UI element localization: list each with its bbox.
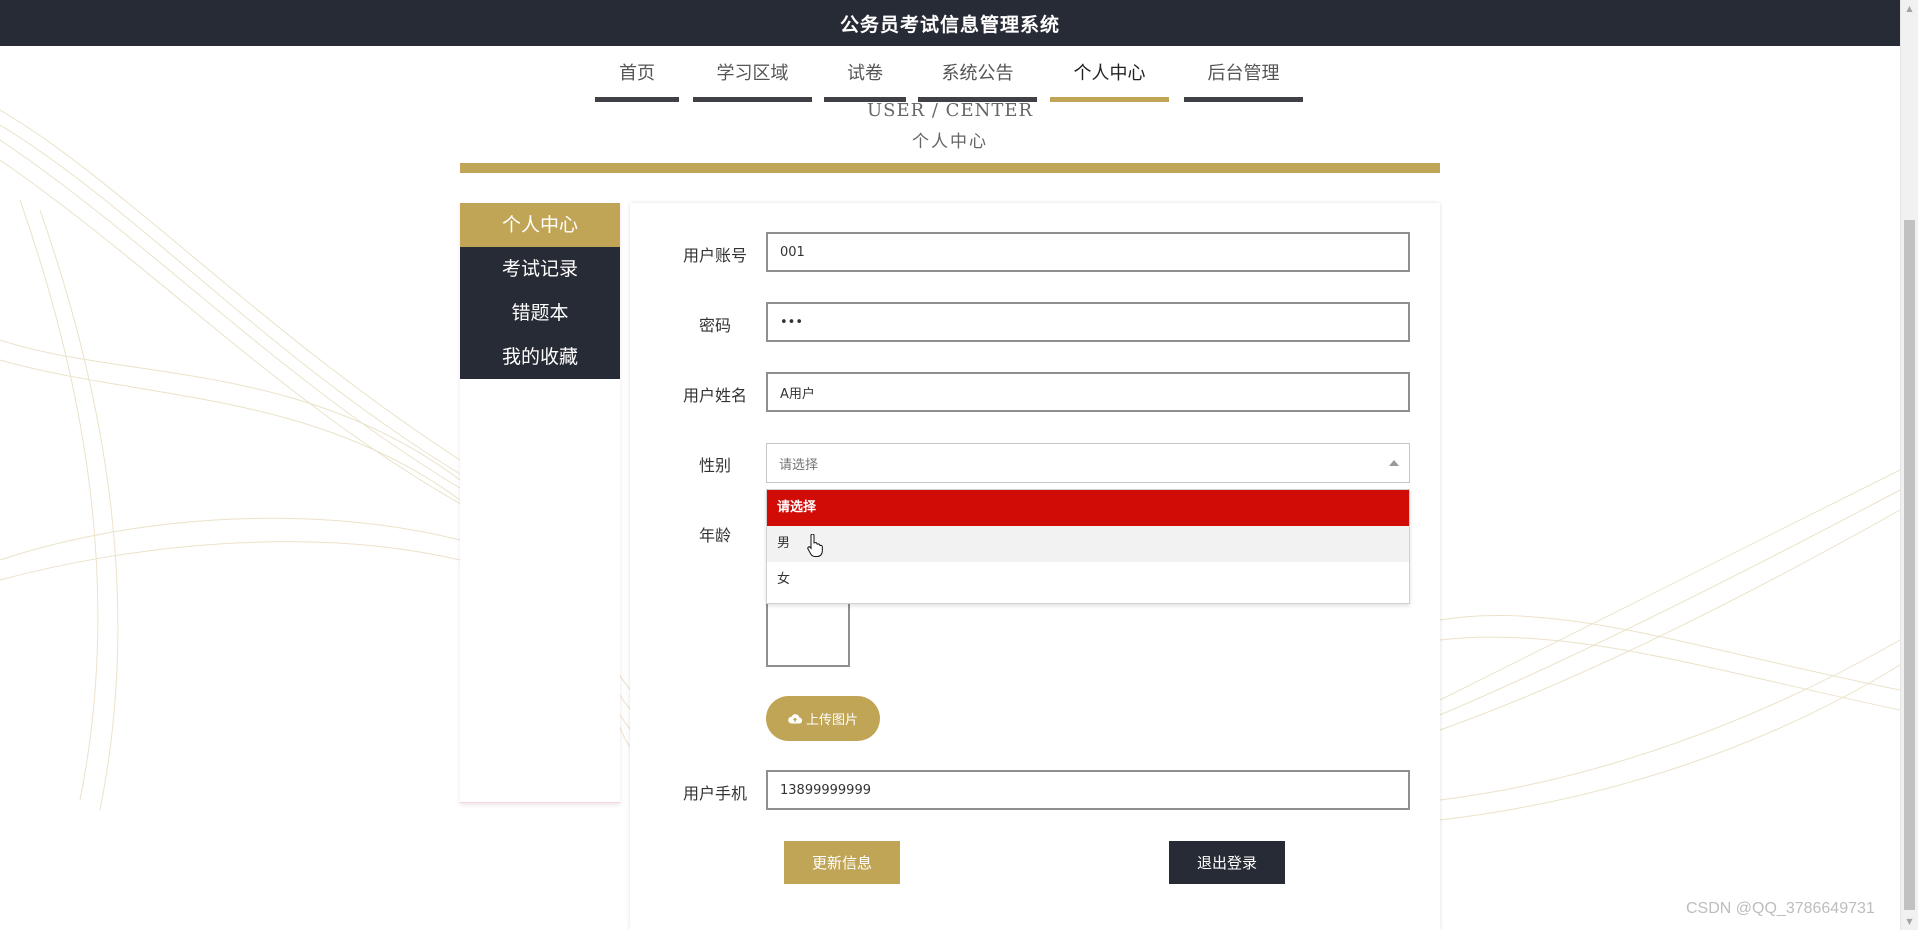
- sidebar-item-wrong-questions[interactable]: 错题本: [460, 291, 620, 335]
- scroll-up-icon[interactable]: ▲: [1901, 0, 1918, 17]
- gender-option-female[interactable]: 女: [767, 562, 1409, 598]
- username-value: 001: [780, 244, 805, 260]
- sidebar: 个人中心 考试记录 错题本 我的收藏: [460, 203, 620, 803]
- section-title-cn: 个人中心: [912, 132, 988, 152]
- password-label: 密码: [698, 316, 731, 335]
- avatar-preview: [766, 595, 850, 667]
- gender-select-value: 请选择: [779, 457, 819, 473]
- app-header: 公务员考试信息管理系统: [0, 0, 1900, 46]
- section-divider: [460, 163, 1440, 173]
- gender-dropdown: 请选择 男 女: [766, 489, 1410, 604]
- cloud-upload-icon: [788, 713, 802, 724]
- vertical-scrollbar[interactable]: ▲ ▼: [1900, 0, 1918, 930]
- gender-label: 性别: [698, 456, 731, 475]
- gender-option-male[interactable]: 男: [767, 526, 1409, 562]
- nav-study-area[interactable]: 学习区域: [693, 56, 812, 102]
- nav-papers[interactable]: 试卷: [824, 56, 906, 102]
- logout-button[interactable]: 退出登录: [1169, 841, 1285, 884]
- name-value: A用户: [780, 386, 815, 402]
- section-title-en: USER / CENTER: [866, 100, 1034, 121]
- password-input[interactable]: •••: [766, 302, 1410, 342]
- sidebar-item-exam-records[interactable]: 考试记录: [460, 247, 620, 291]
- nav-announcements[interactable]: 系统公告: [918, 56, 1037, 102]
- name-label: 用户姓名: [682, 386, 747, 405]
- hand-cursor-icon: [807, 534, 823, 557]
- nav-admin[interactable]: 后台管理: [1184, 56, 1303, 102]
- watermark: CSDN @QQ_3786649731: [1686, 900, 1875, 917]
- username-input[interactable]: 001: [766, 232, 1410, 272]
- gender-select[interactable]: 请选择: [766, 443, 1410, 483]
- password-value: •••: [780, 314, 804, 330]
- gender-option-placeholder[interactable]: 请选择: [767, 490, 1409, 526]
- phone-input[interactable]: 13899999999: [766, 770, 1410, 810]
- sidebar-item-favorites[interactable]: 我的收藏: [460, 335, 620, 379]
- upload-image-button[interactable]: 上传图片: [766, 696, 880, 741]
- sidebar-item-user-center[interactable]: 个人中心: [460, 203, 620, 247]
- nav-user-center[interactable]: 个人中心: [1050, 56, 1169, 102]
- upload-image-label: 上传图片: [805, 713, 858, 728]
- name-input[interactable]: A用户: [766, 372, 1410, 412]
- username-label: 用户账号: [682, 246, 747, 265]
- scroll-down-icon[interactable]: ▼: [1901, 913, 1918, 930]
- nav-home[interactable]: 首页: [595, 56, 679, 102]
- app-title: 公务员考试信息管理系统: [839, 13, 1060, 36]
- caret-up-icon: [1389, 460, 1399, 466]
- main-nav: 首页 学习区域 试卷 系统公告 个人中心 后台管理: [0, 56, 1900, 102]
- scrollbar-thumb[interactable]: [1904, 220, 1915, 910]
- age-label: 年龄: [698, 526, 731, 545]
- update-info-button[interactable]: 更新信息: [784, 841, 900, 884]
- phone-value: 13899999999: [780, 782, 871, 798]
- phone-label: 用户手机: [682, 784, 747, 803]
